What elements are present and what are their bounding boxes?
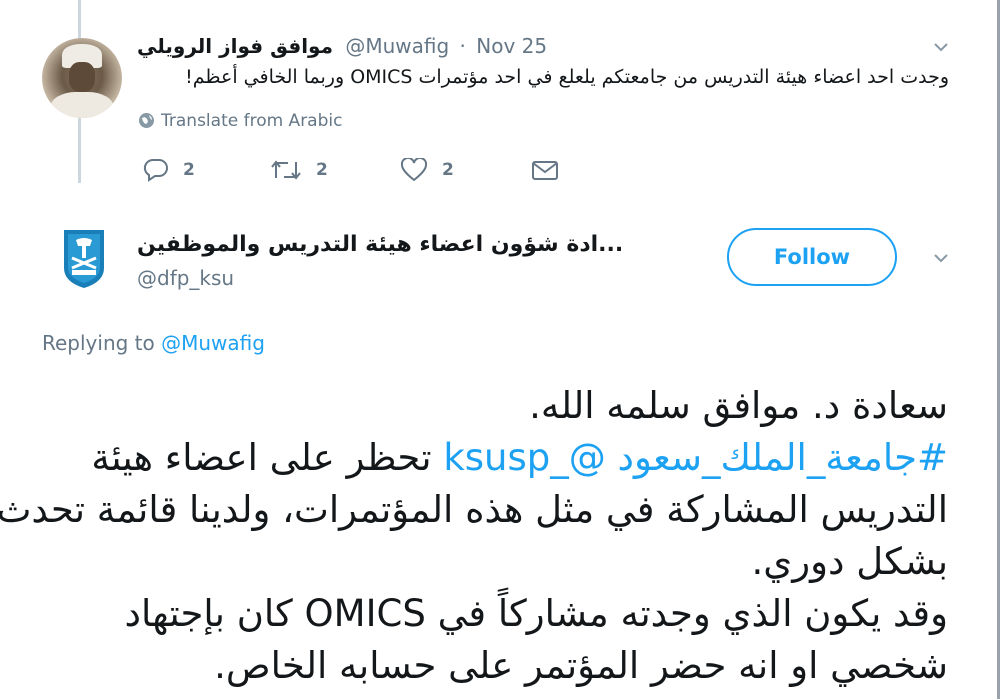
chevron-down-icon[interactable] [933,40,948,54]
replying-prefix: Replying to [42,331,155,355]
ksu-logo[interactable] [62,228,106,290]
avatar[interactable] [42,38,122,118]
reply-count: 2 [183,160,195,180]
account-name[interactable]: ...ادة شؤون اعضاء هيئة التدريس والموظفين [137,232,642,257]
like-button[interactable]: 2 [400,158,454,182]
translate-label: Translate from Arabic [161,111,343,131]
tweet-body: سعادة د. موافق سلمه الله. #جامعة_الملك_س… [0,380,948,692]
tweet-line: شخصي او انه حضر المؤتمر على حسابه الخاص. [214,644,948,687]
parent-tweet-header: موافق فواز الرويلي @Muwafig · Nov 25 [137,34,547,58]
follow-button[interactable]: Follow [727,228,897,286]
account-handle[interactable]: @dfp_ksu [137,266,234,290]
separator: · [459,34,466,58]
tweet-line: بشكل دوري. [751,540,948,583]
direct-message-button[interactable] [531,158,573,182]
reply-icon [143,158,168,182]
globe-icon [138,112,155,134]
author-name[interactable]: موافق فواز الرويلي [137,34,333,58]
retweet-count: 2 [316,160,328,180]
replying-mention[interactable]: @Muwafig [161,331,265,355]
chevron-down-icon[interactable] [933,251,948,265]
hashtag-link[interactable]: #جامعة_الملك_سعود [618,436,948,479]
replying-to: Replying to @Muwafig [42,331,265,355]
like-icon [400,158,428,182]
like-count: 2 [442,160,454,180]
message-icon [532,161,558,180]
reply-button[interactable]: 2 [143,158,195,182]
tweet-line: التدريس المشاركة في مثل هذه المؤتمرات، و… [0,488,948,531]
author-handle[interactable]: @Muwafig [345,34,449,58]
retweet-icon [271,160,301,180]
retweet-button[interactable]: 2 [270,158,328,182]
mention-link[interactable]: @_ksusp [443,436,605,479]
parent-tweet-text: وجدت احد اعضاء هيئة التدريس من جامعتكم ي… [185,66,949,88]
tweet-line: وقد يكون الذي وجدته مشاركاً في OMICS كان… [124,592,948,635]
tweet-line: سعادة د. موافق سلمه الله. [529,384,948,427]
tweet-line-text: تحظر على اعضاء هيئة [91,436,432,479]
tweet-line: #جامعة_الملك_سعود @_ksusp تحظر على اعضاء… [40,432,948,484]
tweet-date[interactable]: Nov 25 [476,34,547,58]
translate-link[interactable]: Translate from Arabic [138,111,342,134]
